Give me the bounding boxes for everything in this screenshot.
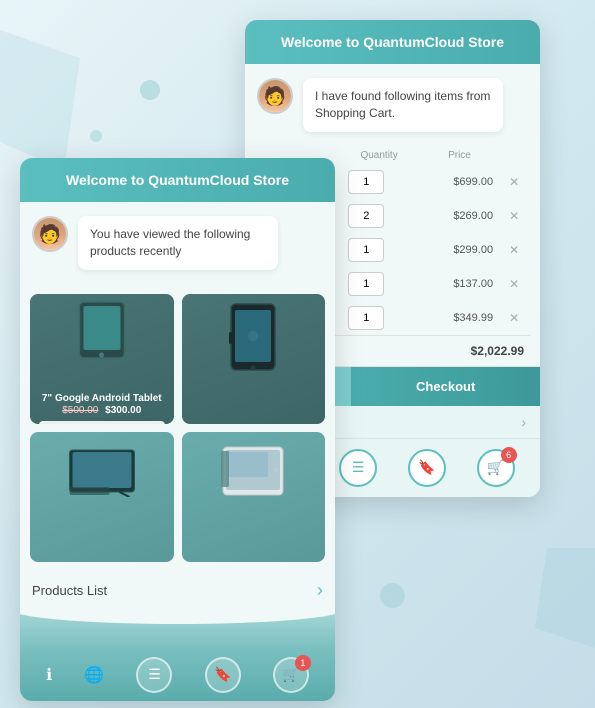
remove-btn-2[interactable]: ✕: [509, 209, 519, 223]
qty-header: Quantity: [340, 146, 418, 165]
remove-btn-3[interactable]: ✕: [509, 243, 519, 257]
product-price-1: $500.00 $300.00: [62, 405, 141, 416]
decor-poly-left: [0, 30, 80, 170]
nav-cart-left-badge: 1: [295, 655, 311, 671]
qty-input-2[interactable]: [348, 204, 384, 228]
nav-menu-left-btn[interactable]: ☰: [136, 657, 172, 693]
section-arrow-icon: ›: [521, 414, 526, 430]
decor-dot-1: [140, 80, 160, 100]
product-card-3[interactable]: [30, 432, 174, 562]
products-list-section: Products List ›: [20, 572, 335, 609]
product-card-4[interactable]: [182, 432, 326, 562]
price-header: Price: [418, 146, 501, 165]
product-image-3: [64, 442, 139, 502]
qty-input-4[interactable]: [348, 272, 384, 296]
nav-cart-btn[interactable]: 🛒 6: [477, 449, 515, 487]
decor-poly-right: [535, 548, 595, 648]
right-header-title: Welcome to QuantumCloud Store: [281, 34, 504, 50]
left-panel-header: Welcome to QuantumCloud Store: [20, 158, 335, 202]
decor-dot-2: [90, 130, 102, 142]
left-chat-text: You have viewed the following products r…: [90, 227, 250, 258]
product-card-2[interactable]: [182, 294, 326, 424]
products-list-label: Products List: [32, 583, 107, 598]
product-image-4: [218, 437, 288, 507]
products-panel: Welcome to QuantumCloud Store 🧑 You have…: [20, 158, 335, 701]
qty-input-5[interactable]: [348, 306, 384, 330]
left-avatar: 🧑: [32, 216, 68, 252]
qty-input-1[interactable]: [348, 170, 384, 194]
left-chat-bubble: You have viewed the following products r…: [78, 216, 278, 270]
wave-decoration: [20, 609, 335, 649]
product-old-price-1: $500.00: [62, 405, 98, 416]
left-header-title: Welcome to QuantumCloud Store: [66, 172, 289, 188]
total-value: $2,022.99: [471, 344, 524, 358]
product-new-price-1: $300.00: [105, 405, 141, 416]
product-image-1: [74, 300, 129, 370]
checkout-button[interactable]: Checkout: [351, 367, 540, 406]
nav-menu-btn[interactable]: ☰: [339, 449, 377, 487]
avatar-image: 🧑: [259, 80, 291, 112]
qty-input-3[interactable]: [348, 238, 384, 262]
nav-bookmark-btn[interactable]: 🔖: [408, 449, 446, 487]
right-panel-header: Welcome to QuantumCloud Store: [245, 20, 540, 64]
product-grid: 7" Google Android Tablet $500.00 $300.00…: [20, 284, 335, 572]
left-panel-bottom-nav: ℹ 🌐 ☰ 🔖 🛒 1: [20, 649, 335, 701]
product-image-2: [223, 302, 283, 382]
decor-dot-3: [380, 583, 405, 608]
remove-btn-5[interactable]: ✕: [509, 311, 519, 325]
nav-bookmark-left-btn[interactable]: 🔖: [205, 657, 241, 693]
avatar: 🧑: [257, 78, 293, 114]
chat-text: I have found following items from Shoppi…: [315, 89, 490, 120]
product-tooltip-1: 7" Google Android Tablet: [39, 421, 165, 424]
nav-cart-left-btn[interactable]: 🛒 1: [273, 657, 309, 693]
product-title-1: 7" Google Android Tablet: [36, 392, 168, 405]
nav-info-icon[interactable]: ℹ: [46, 665, 52, 685]
left-avatar-image: 🧑: [34, 218, 66, 250]
left-chat-section: 🧑 You have viewed the following products…: [20, 202, 335, 284]
remove-btn-1[interactable]: ✕: [509, 175, 519, 189]
chat-section: 🧑 I have found following items from Shop…: [245, 64, 540, 146]
chat-bubble: I have found following items from Shoppi…: [303, 78, 503, 132]
remove-btn-4[interactable]: ✕: [509, 277, 519, 291]
nav-cart-badge: 6: [501, 447, 517, 463]
nav-globe-icon[interactable]: 🌐: [84, 665, 104, 685]
products-list-arrow[interactable]: ›: [317, 580, 323, 601]
product-card-1[interactable]: 7" Google Android Tablet $500.00 $300.00…: [30, 294, 174, 424]
